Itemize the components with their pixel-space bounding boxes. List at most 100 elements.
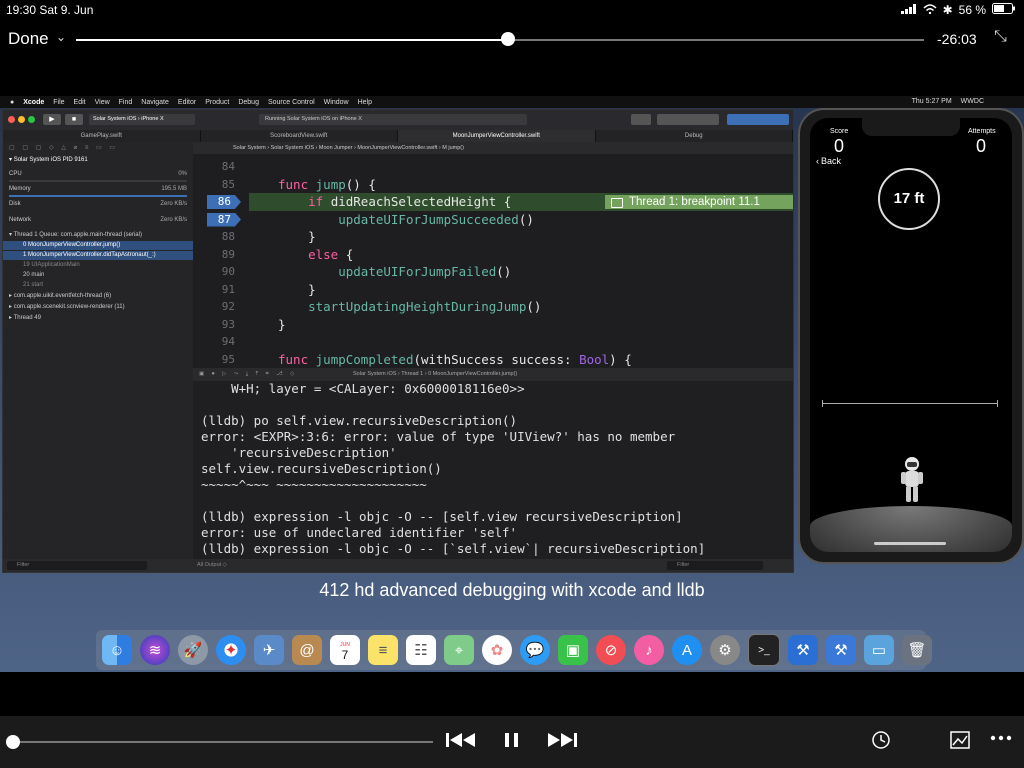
line-number[interactable]: 93 <box>193 316 235 334</box>
maps-icon[interactable]: ⌖ <box>444 635 474 665</box>
home-indicator[interactable] <box>874 542 946 545</box>
code-line[interactable]: 88 } <box>193 228 793 246</box>
launchpad-icon[interactable]: 🚀 <box>178 635 208 665</box>
notes-icon[interactable]: ≡ <box>368 635 398 665</box>
debug-controls[interactable]: ▣ ⏺ ▷ ⤳ ⤓ ⤒ ⌗ ⎇ ◇ <box>199 368 297 381</box>
stop-button[interactable]: ■ <box>65 114 83 125</box>
console-filter-field[interactable]: Filter <box>667 561 763 570</box>
xcode-icon[interactable]: ⚒ <box>788 635 818 665</box>
top-scrubber-handle[interactable] <box>501 32 516 46</box>
terminal-icon[interactable]: >_ <box>748 634 780 666</box>
code-line[interactable]: 85 func jump() { <box>193 176 793 194</box>
code-line[interactable]: 91 } <box>193 281 793 299</box>
line-number[interactable]: 91 <box>193 281 235 299</box>
picture-button[interactable] <box>950 730 970 756</box>
minimize-window-icon[interactable] <box>18 116 25 123</box>
frame-row[interactable]: 1 MoonJumperViewController.didTapAstrona… <box>3 251 193 260</box>
instruments-icon[interactable]: ⚒ <box>826 635 856 665</box>
video-frame[interactable]: ● Xcode File Edit View Find Navigate Edi… <box>0 60 1024 716</box>
navigator-icon-bar[interactable]: ▢ ▢ ▢ ◇ △ ⌀ ≡ ▭ ▭ <box>3 144 193 153</box>
tab-scoreboard[interactable]: ScoreboardView.swift <box>201 130 398 142</box>
run-button[interactable]: ▶ <box>43 114 61 125</box>
trash-icon[interactable]: 🗑 <box>902 635 932 665</box>
zoom-window-icon[interactable] <box>28 116 35 123</box>
skip-back-button[interactable] <box>446 730 476 756</box>
gauge-cpu[interactable]: CPU 0% <box>3 170 193 179</box>
menu-file: File <box>53 98 65 106</box>
thread-row[interactable]: ▸ Thread 49 <box>3 314 193 323</box>
tab-moonjumper[interactable]: MoonJumperViewController.swift <box>398 130 596 142</box>
bottom-scrubber-track[interactable] <box>12 741 433 743</box>
jump-bar[interactable]: Solar System › Solar System iOS › Moon J… <box>193 142 793 154</box>
line-number[interactable]: 85 <box>193 176 235 194</box>
line-number[interactable]: 92 <box>193 298 235 316</box>
close-window-icon[interactable] <box>8 116 15 123</box>
navigator-filter-field[interactable]: Filter <box>7 561 147 570</box>
more-button[interactable] <box>990 728 1012 754</box>
thread-row[interactable]: ▸ com.apple.scenekit.scnview-renderer (1… <box>3 303 193 312</box>
process-row[interactable]: ▾ Solar System iOS PID 9161 <box>3 156 193 165</box>
news-icon[interactable]: ⊘ <box>596 635 626 665</box>
pause-button[interactable] <box>505 730 519 756</box>
finder-icon[interactable]: ☺ <box>102 635 132 665</box>
frame-row[interactable]: 0 MoonJumperViewController.jump() <box>3 241 193 250</box>
system-preferences-icon[interactable]: ⚙ <box>710 635 740 665</box>
thread-icon <box>611 198 623 208</box>
reminders-icon[interactable]: ☷ <box>406 635 436 665</box>
expand-icon[interactable]: ⤡ <box>994 28 1007 46</box>
code-line[interactable]: 89 else { <box>193 246 793 264</box>
skip-forward-button[interactable] <box>547 730 577 756</box>
output-selector[interactable]: All Output ◇ <box>197 559 227 572</box>
line-number[interactable]: 89 <box>193 246 235 264</box>
messages-icon[interactable]: 💬 <box>520 635 550 665</box>
frame-row[interactable]: 21 start <box>3 281 193 290</box>
source-editor[interactable]: Solar System › Solar System iOS › Moon J… <box>193 142 793 368</box>
frame-row[interactable]: 20 main <box>3 271 193 280</box>
folder-icon[interactable]: ▭ <box>864 635 894 665</box>
gauge-memory[interactable]: Memory 195.5 MB <box>3 185 193 194</box>
line-number[interactable]: 88 <box>193 228 235 246</box>
appstore-icon[interactable]: A <box>672 635 702 665</box>
photos-icon[interactable]: ✿ <box>482 635 512 665</box>
code-line[interactable]: 90 updateUIForJumpFailed() <box>193 263 793 281</box>
line-number[interactable]: 90 <box>193 263 235 281</box>
thread-row[interactable]: ▾ Thread 1 Queue: com.apple.main-thread … <box>3 231 193 240</box>
frame-row[interactable]: 19 UIApplicationMain <box>3 261 193 270</box>
line-number[interactable]: 84 <box>193 158 235 176</box>
library-button[interactable] <box>631 114 651 125</box>
facetime-icon[interactable]: ▣ <box>558 635 588 665</box>
line-number[interactable]: 94 <box>193 333 235 351</box>
done-button[interactable]: Done <box>8 29 49 49</box>
simulator-screen[interactable]: Score 0 Attempts 0 ‹ Back 17 ft <box>810 118 1012 552</box>
panel-toggle-control[interactable] <box>727 114 789 125</box>
itunes-icon[interactable]: ♪ <box>634 635 664 665</box>
code-line[interactable]: 92 startUpdatingHeightDuringJump() <box>193 298 793 316</box>
breakpoint-marker[interactable]: 86 <box>207 195 241 209</box>
scheme-selector[interactable]: Solar System iOS › iPhone X <box>89 114 195 125</box>
code-line[interactable]: 87 updateUIForJumpSucceeded() <box>193 211 793 229</box>
lldb-console[interactable]: W+H; layer = <CALayer: 0x6000018116e0>> … <box>193 381 793 559</box>
breakpoint-marker[interactable]: 87 <box>207 212 241 227</box>
debug-path[interactable]: Solar System iOS › Thread 1 › 0 MoonJump… <box>353 371 517 377</box>
gauge-disk[interactable]: Disk Zero KB/s <box>3 200 193 209</box>
back-button[interactable]: ‹ Back <box>816 156 841 166</box>
code-line[interactable]: 95 func jumpCompleted(withSuccess success… <box>193 351 793 369</box>
preview-icon[interactable]: ✈ <box>254 635 284 665</box>
tab-debug[interactable]: Debug <box>596 130 793 142</box>
tab-gameplay[interactable]: GamePlay.swift <box>3 130 201 142</box>
bottom-scrubber-handle[interactable] <box>6 735 20 749</box>
chevron-down-icon[interactable]: ⌄ <box>56 30 66 44</box>
thread-row[interactable]: ▸ com.apple.uikit.eventfetch-thread (6) <box>3 292 193 301</box>
siri-icon[interactable]: ≋ <box>140 635 170 665</box>
astronaut-sprite[interactable] <box>900 456 924 509</box>
code-line[interactable]: 84 <box>193 158 793 176</box>
calendar-icon[interactable]: JUN 7 <box>330 635 360 665</box>
code-line[interactable]: 93} <box>193 316 793 334</box>
safari-icon[interactable]: ✦ <box>216 635 246 665</box>
gauge-network[interactable]: Network Zero KB/s <box>3 216 193 225</box>
contacts-icon[interactable]: @ <box>292 635 322 665</box>
code-line[interactable]: 94 <box>193 333 793 351</box>
editor-mode-control[interactable] <box>657 114 719 125</box>
playback-speed-button[interactable] <box>871 730 891 756</box>
line-number[interactable]: 95 <box>193 351 235 369</box>
